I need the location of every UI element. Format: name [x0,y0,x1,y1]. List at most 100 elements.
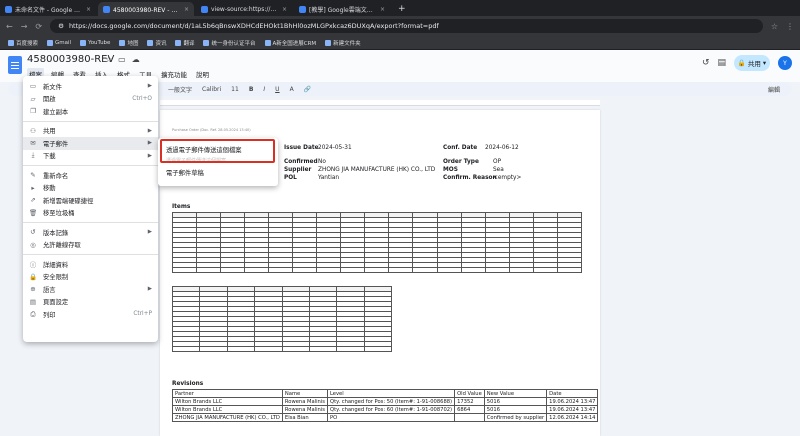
table-row: Wilton Brands LLC Rowena Malinis Qty. chan… [172,397,599,406]
email-draft-item[interactable]: 電子郵件草稿 [158,165,278,179]
site-info-icon[interactable]: ⚙ [58,22,64,30]
comment-icon[interactable]: ▤ [717,58,726,68]
table-row: Wilton Brands LLC Rowena Malinis Qty. chan… [172,405,599,414]
bookmark-label: Gmail [55,39,72,46]
file-menu-item[interactable]: 🔒 安全限制 [23,271,158,284]
table-cell: Elsa Bian [281,413,329,422]
table-cell [364,267,390,273]
browser-tab[interactable]: view-source:https://docs.goo... × [196,2,292,16]
issue-date-value: 2024-05-31 [318,145,352,151]
file-menu-item[interactable]: ❐ 建立副本 [23,105,158,118]
bookmark-item[interactable]: 地图 [119,39,138,47]
table-cell [460,267,486,273]
file-menu: ▭ 新文件 ▶ ▱ 開啟 Ctrl+O ❐ 建立副本 ⚇ 共用 ▶ ✉ 電子郵件 ▶ ⤓ 下載 ▶ ✎… [23,76,158,342]
back-icon[interactable]: ← [6,22,13,31]
new-tab-icon[interactable]: + [392,4,412,16]
menu-6[interactable]: 擴充功能 [159,68,189,80]
text-color-icon[interactable]: A [290,86,294,93]
table-cell: PO [326,413,456,422]
browser-tab[interactable]: 未命名文件 - Google 文件 × [0,2,96,16]
bookmark-item[interactable]: A新全国进展CRM [264,39,317,47]
cloud-status-icon[interactable]: ☁ [132,55,140,64]
file-menu-item[interactable]: ▱ 開啟 Ctrl+O [23,93,158,106]
bookmark-item[interactable]: YouTube [80,39,110,46]
file-menu-item[interactable]: 🗑 移至垃圾桶 [23,207,158,220]
bookmark-item[interactable]: 新建文件夹 [325,39,361,47]
table-cell [220,267,246,273]
italic-icon[interactable]: I [263,86,265,93]
supplier-label: Supplier [284,167,312,173]
copy-icon: ❐ [30,107,36,116]
table-cell: Rowena Malinis [281,397,329,406]
file-menu-item[interactable]: ◎ 允許離線存取 [23,239,158,252]
file-menu-item[interactable]: ✎ 重新命名 [23,169,158,182]
column-header: Partner [172,389,283,398]
close-icon[interactable]: × [184,6,189,13]
share-button[interactable]: 🔒 共用 ▾ [734,55,770,71]
file-menu-item[interactable]: ⊕ 語言 ▶ [23,283,158,296]
close-icon[interactable]: × [282,6,287,13]
shortcut-text: Ctrl+P [133,311,152,318]
file-menu-item[interactable]: ▤ 頁面設定 [23,296,158,309]
file-menu-item[interactable]: ⎙ 列印 Ctrl+P [23,308,158,321]
move-folder-icon[interactable]: ▭ [118,55,126,64]
underline-icon[interactable]: U [275,86,279,93]
menu-7[interactable]: 說明 [194,68,211,80]
file-menu-item[interactable]: ↺ 版本記錄 ▶ [23,226,158,239]
bookmark-label: 翻译 [183,40,195,47]
ruler[interactable] [160,100,600,106]
file-menu-item[interactable]: ⤓ 下載 ▶ [23,150,158,163]
bookmark-icon [264,39,271,46]
star-icon[interactable]: ☆ [105,55,112,64]
file-menu-item[interactable]: ⚇ 共用 ▶ [23,125,158,138]
bookmark-item[interactable]: 资讯 [147,39,166,47]
shortcut-text: Ctrl+O [132,95,152,102]
chevron-right-icon: ▶ [147,83,152,90]
person-add-icon: ⚇ [30,126,36,135]
column-header: Date [546,389,599,398]
forward-icon[interactable]: → [21,22,28,31]
table-cell: 19.06.2024 13:47 [546,397,599,406]
browser-tab[interactable]: 4580003980-REV - Google 文件 × [98,2,194,16]
url-bar[interactable]: ⚙ https://docs.google.com/document/d/1aL… [50,19,763,33]
table-row [171,267,583,273]
bookmark-label: A新全国进展CRM [272,40,317,47]
file-menu-item[interactable]: ⇗ 新增雲端硬碟捷徑 [23,194,158,207]
bookmark-item[interactable]: 统一身份认证平台 [203,39,256,47]
share-label: 共用 [747,60,761,68]
star-icon[interactable]: ☆ [771,22,778,31]
file-menu-item[interactable]: ▭ 新文件 ▶ [23,80,158,93]
table-cell [171,267,198,273]
edit-mode-select[interactable]: 編輯 [768,85,780,94]
font-select[interactable]: Calibri [202,86,221,93]
order-type-value: OP [493,159,502,165]
close-icon[interactable]: × [380,6,385,13]
extensions-icon[interactable]: ⋮ [786,22,794,31]
bookmark-item[interactable]: 翻译 [175,39,194,47]
bookmark-icon [8,39,14,46]
link-icon[interactable]: 🔗 [304,86,311,93]
file-menu-item-label: 重新命名 [43,172,69,180]
globe-icon: ⊕ [30,285,36,294]
browser-tab[interactable]: [教學] Google雲端文件轉PDF... × [294,2,390,16]
mail-icon: ✉ [30,139,36,148]
bold-icon[interactable]: B [249,86,254,93]
file-menu-item-label: 頁面設定 [43,299,69,307]
bookmark-item[interactable]: 百度搜索 [8,39,38,47]
docs-logo-icon[interactable] [8,56,22,74]
file-menu-item[interactable]: ✉ 電子郵件 ▶ [23,137,158,150]
bookmark-icon [147,39,154,46]
font-size-field[interactable]: 11 [231,86,239,93]
reload-icon[interactable]: ⟳ [35,22,42,31]
file-menu-item[interactable]: ⓘ 詳細資料 [23,258,158,271]
style-select[interactable]: 一般文字 [168,85,192,94]
tab-label: view-source:https://docs.goo... [211,5,279,13]
history-icon[interactable]: ↺ [702,58,710,68]
send-file-by-email-item[interactable]: 透過電子郵件傳送這個檔案 [158,142,278,156]
document-title[interactable]: 4580003980-REV [27,54,114,65]
bookmark-item[interactable]: Gmail [47,39,72,46]
close-icon[interactable]: × [86,6,91,13]
file-menu-item[interactable]: ▸ 移動 [23,182,158,195]
file-menu-item-label: 共用 [43,128,56,136]
avatar[interactable]: Y [778,56,792,70]
